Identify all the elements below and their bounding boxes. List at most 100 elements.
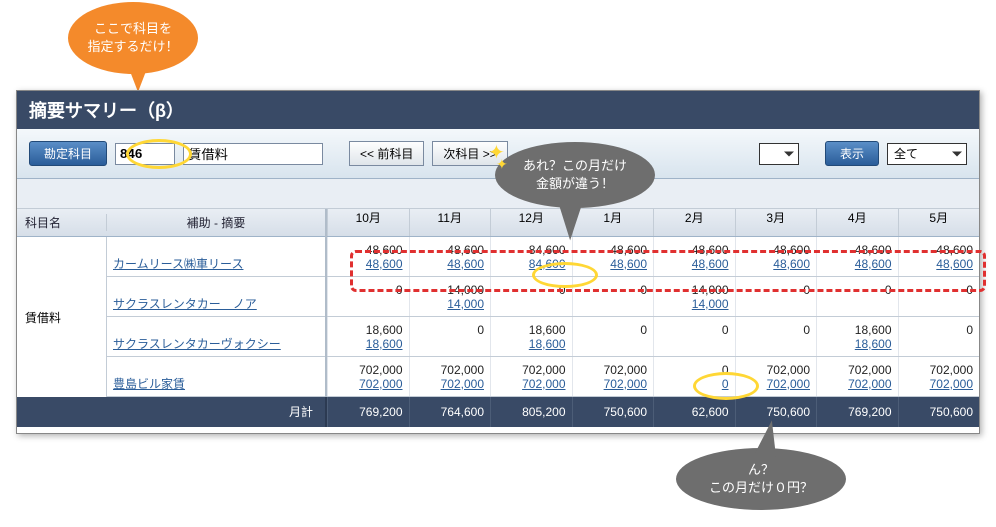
footer-cell: 769,200 <box>816 397 898 427</box>
filter-select[interactable]: 全て <box>887 143 967 165</box>
data-cell: 702,000702,000 <box>409 357 491 396</box>
value-top: 18,600 <box>328 323 403 337</box>
value-link[interactable]: 18,600 <box>328 337 403 351</box>
value-link[interactable]: 18,600 <box>491 337 566 351</box>
value-link[interactable]: 702,000 <box>328 377 403 391</box>
value-link[interactable]: 702,000 <box>899 377 974 391</box>
value-top: 18,600 <box>817 323 892 337</box>
highlight-dash-row <box>350 250 986 292</box>
value-link[interactable]: 14,000 <box>654 297 729 311</box>
value-link <box>491 297 566 311</box>
data-cell: 702,000702,000 <box>898 357 980 396</box>
account-name-input[interactable] <box>183 143 323 165</box>
sub-link[interactable]: カームリース㈱車リース <box>113 255 243 272</box>
value-top: 702,000 <box>410 363 485 377</box>
header-month: 11月 <box>409 209 491 236</box>
value-link <box>899 337 974 351</box>
highlight-ring-zero <box>693 372 759 400</box>
value-link <box>654 337 729 351</box>
header-sub: 補助 - 摘要 <box>107 214 325 231</box>
data-cell: 702,000702,000 <box>572 357 654 396</box>
value-link <box>736 297 811 311</box>
annotation-bubble-top: ここで科目を 指定するだけ！ <box>68 2 198 74</box>
value-top: 702,000 <box>899 363 974 377</box>
value-link[interactable]: 18,600 <box>817 337 892 351</box>
value-link[interactable]: 702,000 <box>573 377 648 391</box>
data-cell: 0 <box>898 317 980 356</box>
footer-cell: 62,600 <box>653 397 735 427</box>
data-cell: 702,000702,000 <box>816 357 898 396</box>
period-select[interactable] <box>759 143 799 165</box>
value-link[interactable]: 702,000 <box>491 377 566 391</box>
value-top: 702,000 <box>573 363 648 377</box>
sub-link[interactable]: 豊島ビル家賃 <box>113 375 185 392</box>
annotation-text: ここで科目を <box>94 21 172 36</box>
data-cell: 0 <box>409 317 491 356</box>
data-cell: 0 <box>572 317 654 356</box>
sub-link[interactable]: サクラスレンタカー ノア <box>113 295 257 312</box>
annotation-tail-icon <box>558 199 588 241</box>
value-link <box>410 337 485 351</box>
footer-label: 月計 <box>17 397 327 427</box>
highlight-ring-84600 <box>532 262 598 288</box>
value-top: 0 <box>654 323 729 337</box>
data-cell: 0 <box>735 317 817 356</box>
value-link[interactable]: 702,000 <box>817 377 892 391</box>
highlight-ring-code <box>126 139 192 169</box>
header-month: 2月 <box>653 209 735 236</box>
value-top: 702,000 <box>491 363 566 377</box>
annotation-text: 指定するだけ！ <box>87 39 178 54</box>
sub-row: サクラスレンタカーヴォクシー <box>107 317 325 357</box>
window-title: 摘要サマリー（β） <box>17 91 979 129</box>
sub-row: 豊島ビル家賃 <box>107 357 325 397</box>
data-row: 18,60018,6000 18,60018,6000 0 0 18,60018… <box>327 317 979 357</box>
header-month: 10月 <box>327 209 409 236</box>
value-link[interactable]: 14,000 <box>410 297 485 311</box>
data-cell: 18,60018,600 <box>816 317 898 356</box>
value-top: 0 <box>899 323 974 337</box>
data-cell: 0 <box>653 317 735 356</box>
value-link <box>573 297 648 311</box>
annotation-bubble-mid: あれ？この月だけ 金額が違う！ <box>495 142 655 208</box>
value-link <box>573 337 648 351</box>
data-cell: 18,60018,600 <box>327 317 409 356</box>
sub-link[interactable]: サクラスレンタカーヴォクシー <box>113 335 281 352</box>
footer-cell: 750,600 <box>898 397 980 427</box>
sub-row: カームリース㈱車リース <box>107 237 325 277</box>
header-month: 4月 <box>816 209 898 236</box>
value-top: 702,000 <box>328 363 403 377</box>
value-top: 702,000 <box>817 363 892 377</box>
header-account: 科目名 <box>17 214 107 231</box>
header-row-months: 10月11月12月1月2月3月4月5月 <box>327 209 979 237</box>
sub-row: サクラスレンタカー ノア <box>107 277 325 317</box>
annotation-text: 金額が違う！ <box>536 176 614 191</box>
value-link[interactable]: 702,000 <box>410 377 485 391</box>
header-month: 5月 <box>898 209 980 236</box>
value-link <box>899 297 974 311</box>
account-button[interactable]: 勘定科目 <box>29 141 107 166</box>
prev-account-button[interactable]: << 前科目 <box>349 141 424 166</box>
value-link <box>817 297 892 311</box>
account-name-cell: 賃借料 <box>17 237 107 397</box>
header-row-left: 科目名 補助 - 摘要 <box>17 209 325 237</box>
sparkle-icon: ✦ <box>496 156 508 173</box>
value-top: 0 <box>573 323 648 337</box>
data-cell: 702,000702,000 <box>490 357 572 396</box>
value-top: 18,600 <box>491 323 566 337</box>
annotation-text: ん？ <box>748 462 774 477</box>
annotation-tail-icon <box>128 66 148 92</box>
data-row: 702,000702,000702,000702,000702,000702,0… <box>327 357 979 397</box>
show-button[interactable]: 表示 <box>825 141 879 166</box>
value-link <box>736 337 811 351</box>
annotation-text: あれ？この月だけ <box>523 158 627 173</box>
value-top: 0 <box>410 323 485 337</box>
footer-cell: 764,600 <box>409 397 491 427</box>
data-cell: 18,60018,600 <box>490 317 572 356</box>
footer-cell: 805,200 <box>490 397 572 427</box>
value-top: 0 <box>736 323 811 337</box>
value-link <box>328 297 403 311</box>
filter-value: 全て <box>894 145 918 162</box>
footer-cell: 769,200 <box>327 397 409 427</box>
annotation-tail-icon <box>754 419 780 457</box>
data-cell: 702,000702,000 <box>327 357 409 396</box>
